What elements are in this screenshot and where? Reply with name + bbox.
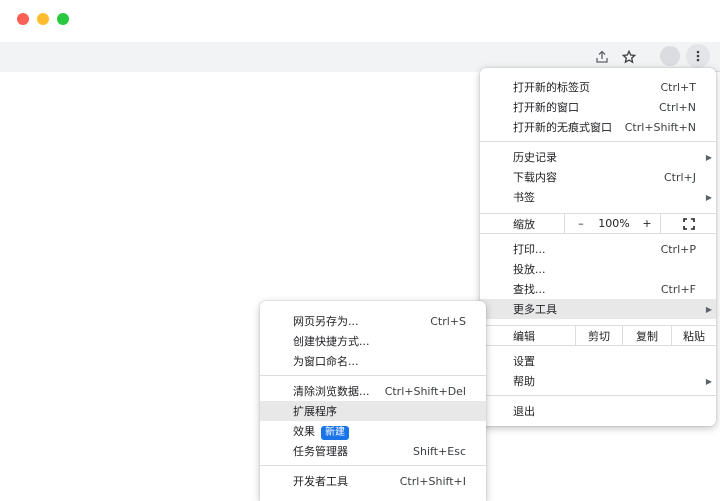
chevron-right-icon: ▶ xyxy=(705,152,712,162)
menu-divider xyxy=(480,141,716,142)
menu-item-label: 打开新的无痕式窗口 xyxy=(513,121,612,134)
menu-item-label: 打开新的窗口 xyxy=(513,101,579,114)
menu-item-label: 设置 xyxy=(513,355,535,368)
profile-avatar[interactable] xyxy=(660,46,680,66)
menu-item-label: 更多工具 xyxy=(513,303,557,316)
menu-item-shortcut: Ctrl+S xyxy=(430,314,466,328)
submenu-item-task-manager[interactable]: 任务管理器 Shift+Esc xyxy=(260,441,486,461)
chevron-right-icon: ▶ xyxy=(705,376,712,386)
menu-item-downloads[interactable]: 下载内容 Ctrl+J xyxy=(480,167,716,187)
menu-item-label: 打开新的标签页 xyxy=(513,81,590,94)
copy-button[interactable]: 复制 xyxy=(623,326,671,345)
menu-item-history[interactable]: 历史记录 ▶ xyxy=(480,147,716,167)
zoom-level-value: 100% xyxy=(598,217,630,230)
new-badge: 新建 xyxy=(321,425,349,440)
submenu-item-developer-tools[interactable]: 开发者工具 Ctrl+Shift+I xyxy=(260,471,486,491)
maximize-window-button[interactable] xyxy=(57,13,69,25)
menu-item-label: 帮助 xyxy=(513,375,535,388)
zoom-label: 缩放 xyxy=(513,217,535,231)
chevron-right-icon: ▶ xyxy=(705,192,712,202)
effects-label: 效果 xyxy=(293,424,315,438)
menu-divider xyxy=(480,395,716,396)
menu-item-label: 历史记录 xyxy=(513,151,557,164)
menu-item-shortcut: Shift+Esc xyxy=(413,444,466,458)
menu-item-label: 扩展程序 xyxy=(293,405,337,418)
menu-item-label: 退出 xyxy=(513,405,535,418)
title-bar xyxy=(0,0,720,42)
menu-item-label: 网页另存为... xyxy=(293,315,359,328)
menu-item-shortcut: Ctrl+Shift+N xyxy=(624,120,696,134)
share-icon[interactable] xyxy=(592,47,612,67)
menu-item-label: 查找... xyxy=(513,283,546,296)
menu-item-label: 开发者工具 xyxy=(293,475,348,488)
menu-item-shortcut: Ctrl+J xyxy=(663,170,696,184)
submenu-item-name-window[interactable]: 为窗口命名... xyxy=(260,351,486,371)
menu-item-new-tab[interactable]: 打开新的标签页 Ctrl+T xyxy=(480,77,716,97)
submenu-item-save-page[interactable]: 网页另存为... Ctrl+S xyxy=(260,311,486,331)
minimize-window-button[interactable] xyxy=(37,13,49,25)
close-window-button[interactable] xyxy=(17,13,29,25)
menu-item-help[interactable]: 帮助 ▶ xyxy=(480,371,716,391)
submenu-item-clear-browsing-data[interactable]: 清除浏览数据... Ctrl+Shift+Del xyxy=(260,381,486,401)
bookmark-star-icon[interactable] xyxy=(619,47,639,67)
menu-item-new-incognito-window[interactable]: 打开新的无痕式窗口 Ctrl+Shift+N xyxy=(480,117,716,137)
menu-item-more-tools[interactable]: 更多工具 ▶ xyxy=(480,299,716,319)
submenu-item-create-shortcut[interactable]: 创建快捷方式... xyxy=(260,331,486,351)
menu-item-print[interactable]: 打印... Ctrl+P xyxy=(480,239,716,259)
divider xyxy=(660,214,661,233)
menu-item-label: 为窗口命名... xyxy=(293,355,359,368)
zoom-out-button[interactable]: – xyxy=(566,214,596,233)
more-vert-icon[interactable] xyxy=(686,44,710,68)
menu-item-settings[interactable]: 设置 xyxy=(480,351,716,371)
fullscreen-icon[interactable] xyxy=(662,214,716,233)
menu-item-shortcut: Ctrl+Shift+I xyxy=(399,474,466,488)
menu-item-label: 任务管理器 xyxy=(293,445,348,458)
edit-label: 编辑 xyxy=(513,329,535,343)
menu-item-shortcut: Ctrl+Shift+Del xyxy=(384,384,466,398)
menu-divider xyxy=(260,375,486,376)
chrome-main-menu: 打开新的标签页 Ctrl+T 打开新的窗口 Ctrl+N 打开新的无痕式窗口 C… xyxy=(480,68,716,426)
menu-item-label: 清除浏览数据... xyxy=(293,385,370,398)
menu-item-shortcut: Ctrl+T xyxy=(660,80,696,94)
more-tools-submenu: 网页另存为... Ctrl+S 创建快捷方式... 为窗口命名... 清除浏览数… xyxy=(260,301,486,501)
menu-item-exit[interactable]: 退出 xyxy=(480,401,716,421)
zoom-row: 缩放 – 100% + xyxy=(480,213,716,234)
menu-divider xyxy=(260,465,486,466)
edit-row: 编辑 剪切 复制 粘贴 xyxy=(480,325,716,346)
menu-item-label: 下载内容 xyxy=(513,171,557,184)
menu-item-label: 书签 xyxy=(513,191,535,204)
zoom-in-button[interactable]: + xyxy=(632,214,662,233)
menu-item-label: 打印... xyxy=(513,243,546,256)
menu-item-shortcut: Ctrl+F xyxy=(660,282,696,296)
cut-button[interactable]: 剪切 xyxy=(576,326,622,345)
submenu-item-effects[interactable]: 效果 新建 xyxy=(260,421,486,441)
paste-button[interactable]: 粘贴 xyxy=(672,326,716,345)
menu-item-shortcut: Ctrl+P xyxy=(660,242,696,256)
menu-item-find[interactable]: 查找... Ctrl+F xyxy=(480,279,716,299)
submenu-item-extensions[interactable]: 扩展程序 xyxy=(260,401,486,421)
menu-item-label: 投放... xyxy=(513,263,546,276)
chevron-right-icon: ▶ xyxy=(705,304,712,314)
menu-item-shortcut: Ctrl+N xyxy=(658,100,696,114)
menu-item-cast[interactable]: 投放... xyxy=(480,259,716,279)
menu-item-new-window[interactable]: 打开新的窗口 Ctrl+N xyxy=(480,97,716,117)
menu-item-bookmarks[interactable]: 书签 ▶ xyxy=(480,187,716,207)
divider xyxy=(564,214,565,233)
menu-item-label: 创建快捷方式... xyxy=(293,335,370,348)
menu-item-label: 效果 新建 xyxy=(293,423,349,440)
